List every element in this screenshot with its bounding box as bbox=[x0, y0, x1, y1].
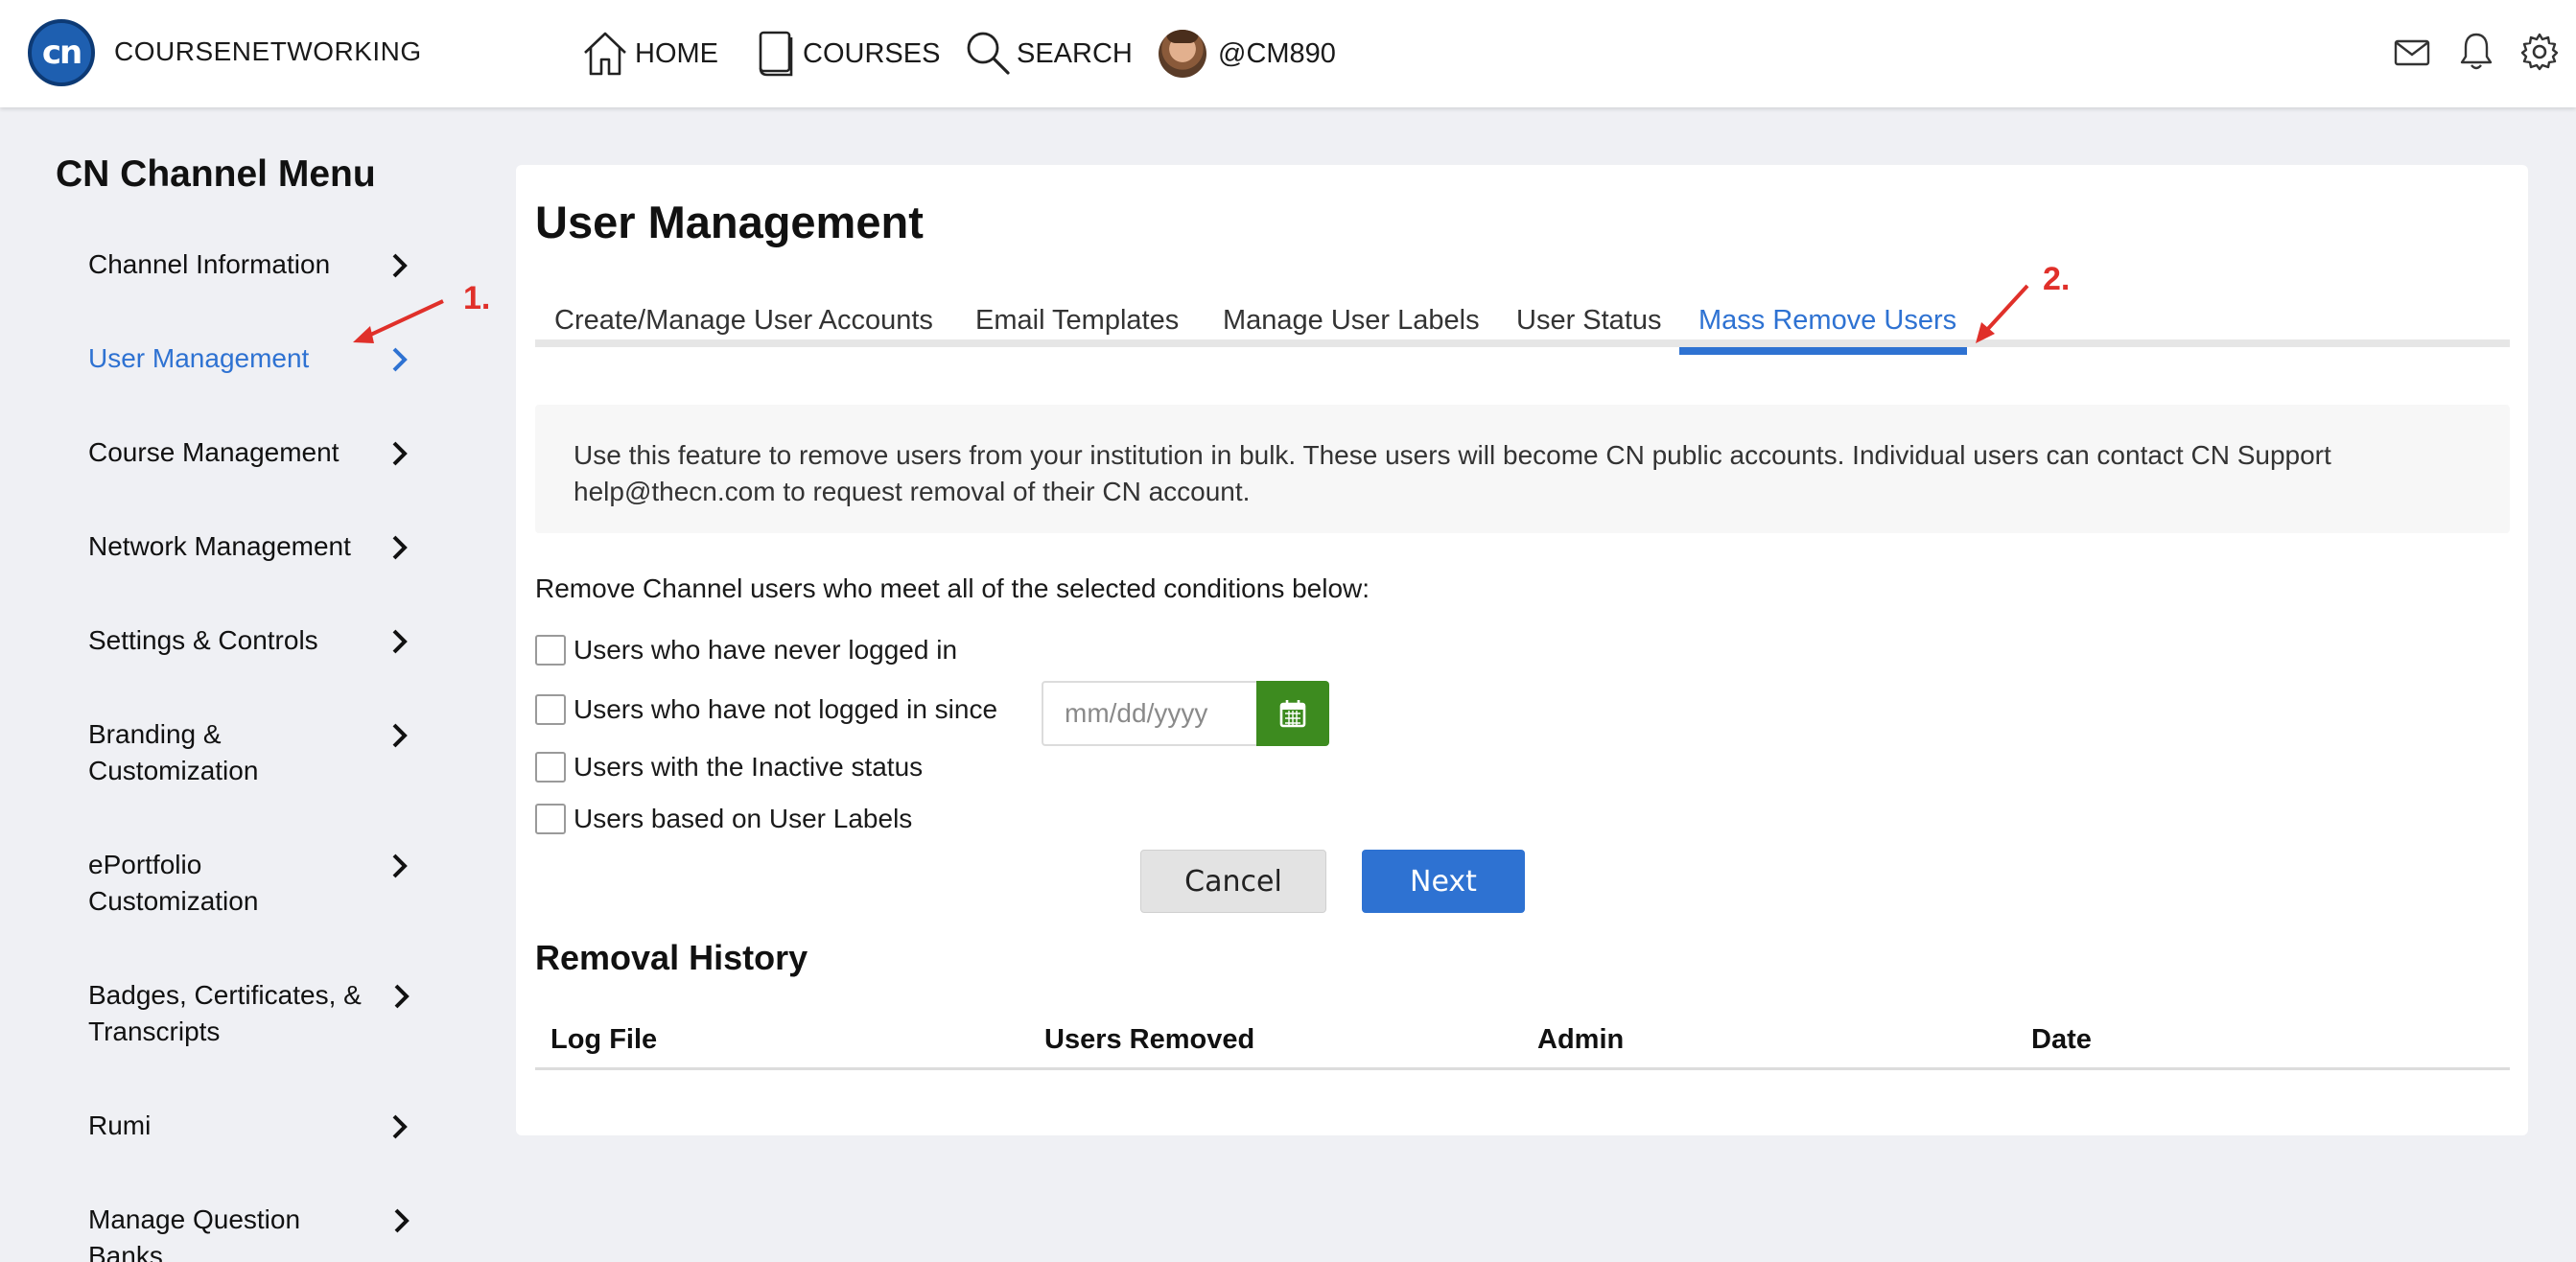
chevron-right-icon bbox=[392, 853, 408, 878]
condition-label: Users with the Inactive status bbox=[574, 752, 924, 782]
mail-icon[interactable] bbox=[2394, 38, 2430, 67]
removal-history-table-header: Log File Users Removed Admin Date bbox=[535, 1017, 2510, 1070]
chevron-right-icon bbox=[392, 253, 408, 278]
cancel-button[interactable]: Cancel bbox=[1140, 850, 1326, 913]
annotation-label-1: 1. bbox=[463, 280, 491, 316]
sidebar-item-eportfolio-customization[interactable]: ePortfolio Customization bbox=[88, 847, 414, 920]
sidebar-item-label: Badges, Certificates, & Transcripts bbox=[88, 980, 362, 1046]
nav-user-label: @CM890 bbox=[1218, 37, 1336, 69]
column-admin: Admin bbox=[1537, 1024, 1625, 1055]
logo-text: cn bbox=[41, 34, 82, 72]
checkbox-not-logged-in-since[interactable] bbox=[535, 694, 566, 725]
sidebar-item-rumi[interactable]: Rumi bbox=[88, 1108, 414, 1144]
nav-search-label: SEARCH bbox=[1017, 37, 1133, 69]
main-card: User Management Create/Manage User Accou… bbox=[516, 165, 2528, 1135]
sidebar-item-label: Network Management bbox=[88, 531, 351, 561]
tab-manage-user-labels[interactable]: Manage User Labels bbox=[1223, 299, 1480, 347]
book-icon bbox=[759, 31, 793, 77]
column-users-removed: Users Removed bbox=[1044, 1024, 1255, 1055]
page-title: User Management bbox=[535, 197, 924, 247]
chevron-right-icon bbox=[392, 723, 408, 748]
sidebar-item-network-management[interactable]: Network Management bbox=[88, 528, 414, 565]
chevron-right-icon bbox=[394, 984, 410, 1009]
calendar-icon bbox=[1279, 700, 1306, 728]
checkbox-user-labels[interactable] bbox=[535, 804, 566, 834]
sidebar-item-label: Rumi bbox=[88, 1110, 152, 1140]
next-button[interactable]: Next bbox=[1362, 850, 1525, 913]
avatar bbox=[1159, 30, 1206, 78]
checkbox-inactive-status[interactable] bbox=[535, 752, 566, 783]
tab-create-manage-user-accounts[interactable]: Create/Manage User Accounts bbox=[554, 299, 933, 347]
conditions-title: Remove Channel users who meet all of the… bbox=[535, 573, 1370, 603]
date-input[interactable] bbox=[1042, 681, 1256, 746]
condition-never-logged-in: Users who have never logged in bbox=[535, 635, 957, 666]
condition-label: Users who have not logged in since bbox=[574, 694, 998, 724]
condition-label: Users who have never logged in bbox=[574, 635, 958, 665]
removal-history-title: Removal History bbox=[535, 938, 808, 977]
chevron-right-icon bbox=[392, 441, 408, 466]
nav-home[interactable]: HOME bbox=[581, 21, 718, 86]
tab-mass-remove-users[interactable]: Mass Remove Users bbox=[1698, 299, 1956, 347]
search-icon bbox=[967, 32, 1010, 75]
chevron-right-icon bbox=[392, 1114, 408, 1139]
chevron-right-icon bbox=[394, 1208, 410, 1233]
sidebar-item-label: ePortfolio Customization bbox=[88, 850, 259, 916]
sidebar-item-settings-controls[interactable]: Settings & Controls bbox=[88, 622, 414, 659]
tab-bar: Create/Manage User Accounts Email Templa… bbox=[535, 299, 2510, 355]
column-log-file: Log File bbox=[550, 1024, 658, 1055]
column-date: Date bbox=[2031, 1024, 2092, 1055]
nav-profile[interactable]: @CM890 bbox=[1159, 21, 1336, 86]
sidebar-item-label: Channel Information bbox=[88, 249, 331, 279]
sidebar-item-channel-information[interactable]: Channel Information bbox=[88, 246, 414, 283]
sidebar-item-label: Manage Question Banks bbox=[88, 1204, 301, 1262]
top-bar: cn COURSENETWORKING HOME COURSES SEARCH … bbox=[0, 0, 2576, 107]
bell-icon[interactable] bbox=[2459, 31, 2494, 71]
info-message: Use this feature to remove users from yo… bbox=[535, 405, 2510, 533]
sidebar-item-label: Course Management bbox=[88, 437, 340, 467]
condition-label: Users based on User Labels bbox=[574, 804, 913, 833]
chevron-right-icon bbox=[392, 347, 408, 372]
annotation-label-2: 2. bbox=[2043, 261, 2071, 297]
condition-not-logged-in-since: Users who have not logged in since bbox=[535, 694, 997, 725]
chevron-right-icon bbox=[392, 535, 408, 560]
tab-user-status[interactable]: User Status bbox=[1516, 299, 1662, 347]
nav-courses[interactable]: COURSES bbox=[757, 21, 940, 86]
calendar-button[interactable] bbox=[1256, 681, 1329, 746]
nav-search[interactable]: SEARCH bbox=[965, 21, 1133, 86]
annotation-arrow-2 bbox=[1976, 284, 2029, 343]
sidebar-title: CN Channel Menu bbox=[56, 153, 376, 195]
gear-icon[interactable] bbox=[2520, 33, 2559, 71]
sidebar-item-label: User Management bbox=[88, 343, 310, 373]
sidebar-item-branding-customization[interactable]: Branding & Customization bbox=[88, 716, 414, 789]
active-tab-indicator bbox=[1679, 347, 1967, 355]
checkbox-never-logged-in[interactable] bbox=[535, 635, 566, 666]
nav-courses-label: COURSES bbox=[803, 37, 941, 69]
sidebar-item-badges-certificates-transcripts[interactable]: Badges, Certificates, & Transcripts bbox=[88, 977, 414, 1050]
nav-home-label: HOME bbox=[635, 37, 718, 69]
sidebar-item-label: Branding & Customization bbox=[88, 719, 259, 785]
sidebar-item-label: Settings & Controls bbox=[88, 625, 318, 655]
condition-user-labels: Users based on User Labels bbox=[535, 804, 912, 834]
sidebar-item-manage-question-banks[interactable]: Manage Question Banks bbox=[88, 1202, 414, 1262]
sidebar-item-course-management[interactable]: Course Management bbox=[88, 434, 414, 471]
chevron-right-icon bbox=[392, 629, 408, 654]
logo[interactable]: cn bbox=[28, 19, 95, 86]
tab-email-templates[interactable]: Email Templates bbox=[975, 299, 1179, 347]
condition-inactive-status: Users with the Inactive status bbox=[535, 752, 923, 783]
brand-name[interactable]: COURSENETWORKING bbox=[114, 36, 422, 67]
annotation-arrow-1 bbox=[353, 299, 444, 343]
home-icon bbox=[584, 32, 626, 76]
